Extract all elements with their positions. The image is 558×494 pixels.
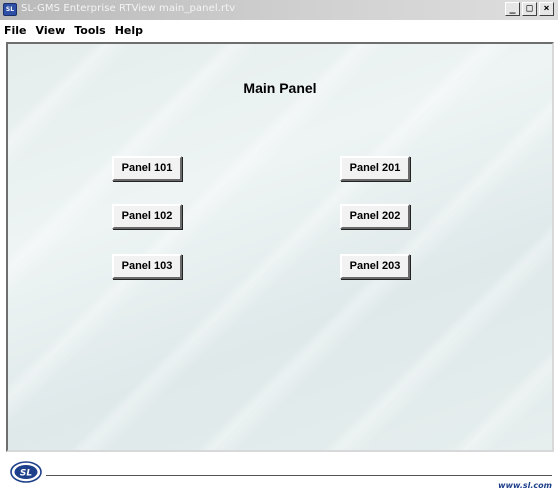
menu-help[interactable]: Help	[115, 24, 143, 37]
panel-102-button[interactable]: Panel 102	[112, 204, 182, 229]
display-canvas: Main Panel Panel 101 Panel 201 Panel 102…	[8, 44, 552, 450]
panel-101-button[interactable]: Panel 101	[112, 156, 182, 181]
footer-url[interactable]: www.sl.com	[498, 481, 552, 490]
display-frame: Main Panel Panel 101 Panel 201 Panel 102…	[6, 42, 554, 452]
sl-logo-icon: SL	[10, 461, 42, 483]
panel-202-button[interactable]: Panel 202	[340, 204, 410, 229]
title-bar[interactable]: SL SL-GMS Enterprise RTView main_panel.r…	[0, 0, 558, 20]
panel-203-button[interactable]: Panel 203	[340, 254, 410, 279]
menu-tools[interactable]: Tools	[74, 24, 105, 37]
panel-201-button[interactable]: Panel 201	[340, 156, 410, 181]
panel-103-button[interactable]: Panel 103	[112, 254, 182, 279]
app-logo-icon: SL	[3, 3, 17, 16]
window-controls: _ □ ×	[505, 2, 554, 16]
close-button[interactable]: ×	[539, 2, 554, 16]
menu-view[interactable]: View	[36, 24, 66, 37]
sl-logo-text: SL	[20, 469, 32, 479]
footer: SL www.sl.com	[0, 455, 558, 494]
footer-divider	[46, 475, 552, 476]
app-window: SL SL-GMS Enterprise RTView main_panel.r…	[0, 0, 558, 494]
menu-bar: File View Tools Help	[0, 20, 558, 40]
minimize-button[interactable]: _	[505, 2, 520, 16]
maximize-button[interactable]: □	[522, 2, 537, 16]
page-title: Main Panel	[243, 80, 317, 96]
menu-file[interactable]: File	[4, 24, 27, 37]
window-title: SL-GMS Enterprise RTView main_panel.rtv	[21, 3, 236, 14]
